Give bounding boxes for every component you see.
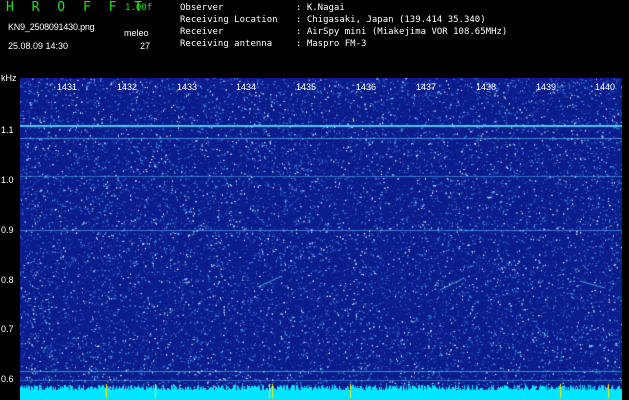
minute-label: 1433 [176,82,198,92]
minute-label: 1432 [116,82,138,92]
antenna-value: : Maspro FM-3 [296,39,367,49]
antenna-label: Receiving antenna [180,39,273,49]
minute-label: 1437 [415,82,437,92]
minute-label: 1438 [475,82,497,92]
observer-value: : K.Nagai [296,3,345,13]
receiver-label: Receiver [180,27,224,37]
minute-label: 1440 [594,82,616,92]
spectrogram-canvas [20,78,622,400]
minute-label: 1431 [56,82,78,92]
location-label: Receiving Location [180,15,278,25]
spectrogram [20,78,622,400]
receiver-value: : AirSpy mini (Miakejima VOR 108.65MHz) [296,27,508,37]
frequency-tick-label: 0.8 [1,275,14,285]
capture-datetime: 25.08.09 14:30 [8,41,69,51]
meteor-count: 27 [140,41,151,51]
image-filename: KN9_2508091430.png [8,22,95,32]
hrofft-window: H R O F F T 1.00f KN9_2508091430.png mel… [0,0,629,400]
frequency-tick-label: 0.6 [1,374,14,384]
minute-label: 1435 [295,82,317,92]
observer-label: Observer [180,3,224,13]
frequency-tick-label: 1.0 [1,175,14,185]
minute-label: 1436 [355,82,377,92]
app-version: 1.00f [125,3,153,13]
frequency-unit-label: kHz [1,73,17,83]
user-name: meleo [124,28,149,38]
frequency-tick-label: 1.1 [1,125,14,135]
minute-label: 1439 [535,82,557,92]
frequency-tick-label: 0.7 [1,324,14,334]
frequency-tick-label: 0.9 [1,225,14,235]
minute-label: 1434 [235,82,257,92]
location-value: : Chigasaki, Japan (139.414 35.340) [296,15,486,25]
